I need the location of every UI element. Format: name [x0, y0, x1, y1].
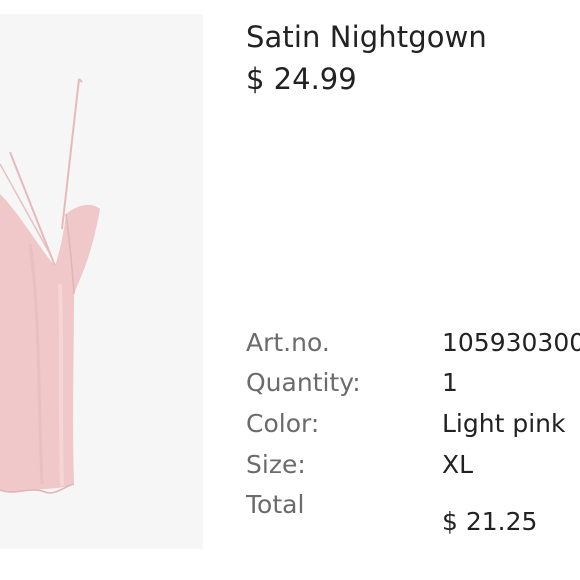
color-value: Light pink: [442, 409, 566, 438]
size-value: XL: [442, 450, 474, 479]
product-price: $ 24.99: [246, 62, 357, 96]
nightgown-illustration: [0, 78, 100, 494]
art-no-label: Art.no.: [246, 328, 330, 357]
total-label: Total: [246, 490, 305, 519]
product-image[interactable]: [0, 14, 203, 549]
color-label: Color:: [246, 409, 320, 438]
quantity-value: 1: [442, 368, 458, 397]
art-no-value: 105930300: [442, 328, 580, 357]
quantity-label: Quantity:: [246, 368, 361, 397]
product-title[interactable]: Satin Nightgown: [246, 20, 487, 54]
size-label: Size:: [246, 450, 306, 479]
order-item-card: Satin Nightgown $ 24.99 Art.no. 10593030…: [0, 0, 580, 580]
total-value: $ 21.25: [442, 507, 538, 536]
